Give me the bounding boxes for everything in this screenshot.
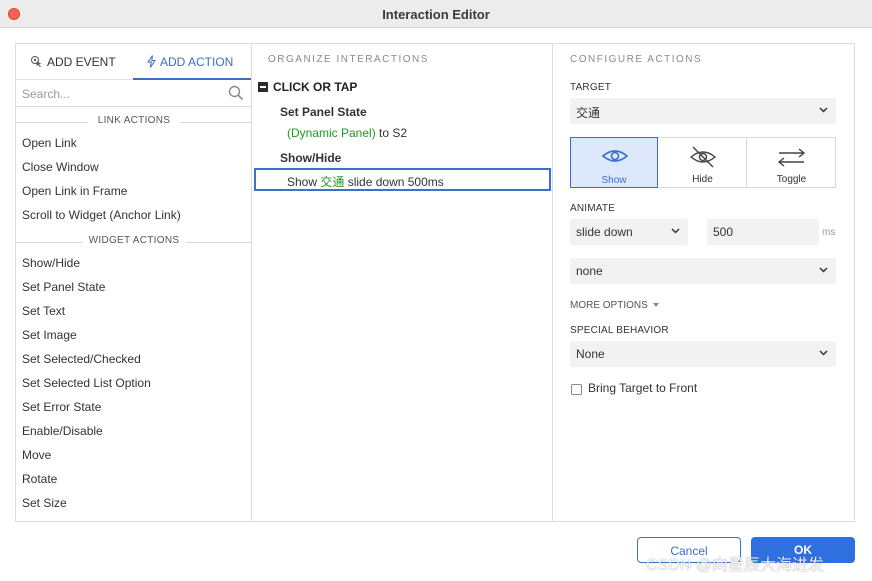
action-open-link-in-frame[interactable]: Open Link in Frame <box>16 179 252 203</box>
target-value: 交通 <box>576 106 601 120</box>
hide-button[interactable]: Hide <box>659 138 747 187</box>
tab-add-event[interactable]: ADD EVENT <box>30 44 116 80</box>
duration-unit: ms <box>822 227 836 238</box>
show-label: Show <box>601 175 627 186</box>
duration-value: 500 <box>713 225 734 239</box>
eye-slash-icon <box>689 146 717 168</box>
chevron-down-icon <box>819 107 828 113</box>
toggle-label: Toggle <box>776 174 807 185</box>
action-set-error-state[interactable]: Set Error State <box>16 395 252 419</box>
show-button[interactable]: Show <box>570 137 658 188</box>
event-name: CLICK OR TAP <box>273 80 358 94</box>
library-tabs: ADD EVENT ADD ACTION <box>16 44 252 80</box>
animate-label: ANIMATE <box>570 203 616 214</box>
target-select[interactable]: 交通 <box>570 98 836 124</box>
action-set-selected-list-option[interactable]: Set Selected List Option <box>16 371 252 395</box>
action-show-hide[interactable]: Show/Hide <box>16 251 252 275</box>
action-close-window[interactable]: Close Window <box>16 155 252 179</box>
watermark: CSDN @向星辰大海进发 <box>646 557 825 574</box>
special-behavior-value: None <box>576 347 605 361</box>
link-actions-heading: LINK ACTIONS <box>16 115 252 126</box>
action-open-link[interactable]: Open Link <box>16 131 252 155</box>
animation-select[interactable]: slide down <box>570 219 688 245</box>
caret-down-icon <box>652 303 659 307</box>
window-title: Interaction Editor <box>382 7 490 22</box>
action-rotate[interactable]: Rotate <box>16 467 252 491</box>
action-title-set-panel-state[interactable]: Set Panel State <box>280 105 367 119</box>
configure-actions-heading: CONFIGURE ACTIONS <box>570 54 703 65</box>
search-icon <box>228 85 244 101</box>
duration-input[interactable]: 500 <box>707 219 819 245</box>
special-behavior-select[interactable]: None <box>570 341 836 367</box>
search-input[interactable]: Search... <box>22 87 70 101</box>
action-set-text[interactable]: Set Text <box>16 299 252 323</box>
action-enable-disable[interactable]: Enable/Disable <box>16 419 252 443</box>
eye-icon <box>601 150 629 162</box>
easing-value: none <box>576 264 603 278</box>
organize-interactions-heading: ORGANIZE INTERACTIONS <box>268 54 429 65</box>
animation-value: slide down <box>576 225 633 239</box>
swap-arrows-icon <box>777 148 806 167</box>
collapse-toggle-icon[interactable] <box>258 82 268 92</box>
easing-select[interactable]: none <box>570 258 836 284</box>
action-set-size[interactable]: Set Size <box>16 491 252 515</box>
tab-add-action[interactable]: ADD ACTION <box>133 44 251 80</box>
target-label: TARGET <box>570 82 612 93</box>
action-set-selected-checked[interactable]: Set Selected/Checked <box>16 347 252 371</box>
lightning-icon <box>147 55 156 68</box>
more-options-toggle[interactable]: MORE OPTIONS <box>570 300 659 311</box>
tab-add-event-label: ADD EVENT <box>47 55 116 69</box>
action-scroll-to-widget[interactable]: Scroll to Widget (Anchor Link) <box>16 203 252 227</box>
chevron-down-icon <box>819 350 828 356</box>
action-set-image[interactable]: Set Image <box>16 323 252 347</box>
hide-label: Hide <box>692 174 713 185</box>
actions-library-panel: ADD EVENT ADD ACTION Search... LINK ACTI… <box>16 44 252 521</box>
selected-action-row[interactable]: Show 交通 slide down 500ms <box>254 168 551 191</box>
title-bar: Interaction Editor <box>0 0 872 28</box>
editor-body: ADD EVENT ADD ACTION Search... LINK ACTI… <box>15 43 855 522</box>
visibility-segmented-control: Show Hide Toggle <box>570 137 836 188</box>
configure-actions-panel: CONFIGURE ACTIONS TARGET 交通 Show Hide To… <box>553 44 854 521</box>
special-behavior-label: SPECIAL BEHAVIOR <box>570 325 669 336</box>
action-search[interactable]: Search... <box>16 81 252 107</box>
toggle-button[interactable]: Toggle <box>747 138 836 187</box>
chevron-down-icon <box>671 228 680 234</box>
widget-actions-heading: WIDGET ACTIONS <box>16 235 252 246</box>
action-detail-set-panel-state[interactable]: (Dynamic Panel) to S2 <box>287 126 407 140</box>
tab-add-action-label: ADD ACTION <box>160 55 234 69</box>
chevron-down-icon <box>819 267 828 273</box>
organize-interactions-panel: ORGANIZE INTERACTIONS CLICK OR TAP Set P… <box>252 44 553 521</box>
widget-actions-list: Show/Hide Set Panel State Set Text Set I… <box>16 251 252 515</box>
action-title-show-hide[interactable]: Show/Hide <box>280 151 341 165</box>
bring-to-front-label[interactable]: Bring Target to Front <box>588 381 697 395</box>
link-actions-list: Open Link Close Window Open Link in Fram… <box>16 131 252 227</box>
cursor-click-icon <box>31 56 42 67</box>
action-move[interactable]: Move <box>16 443 252 467</box>
bring-to-front-checkbox[interactable] <box>571 384 582 395</box>
action-set-panel-state[interactable]: Set Panel State <box>16 275 252 299</box>
